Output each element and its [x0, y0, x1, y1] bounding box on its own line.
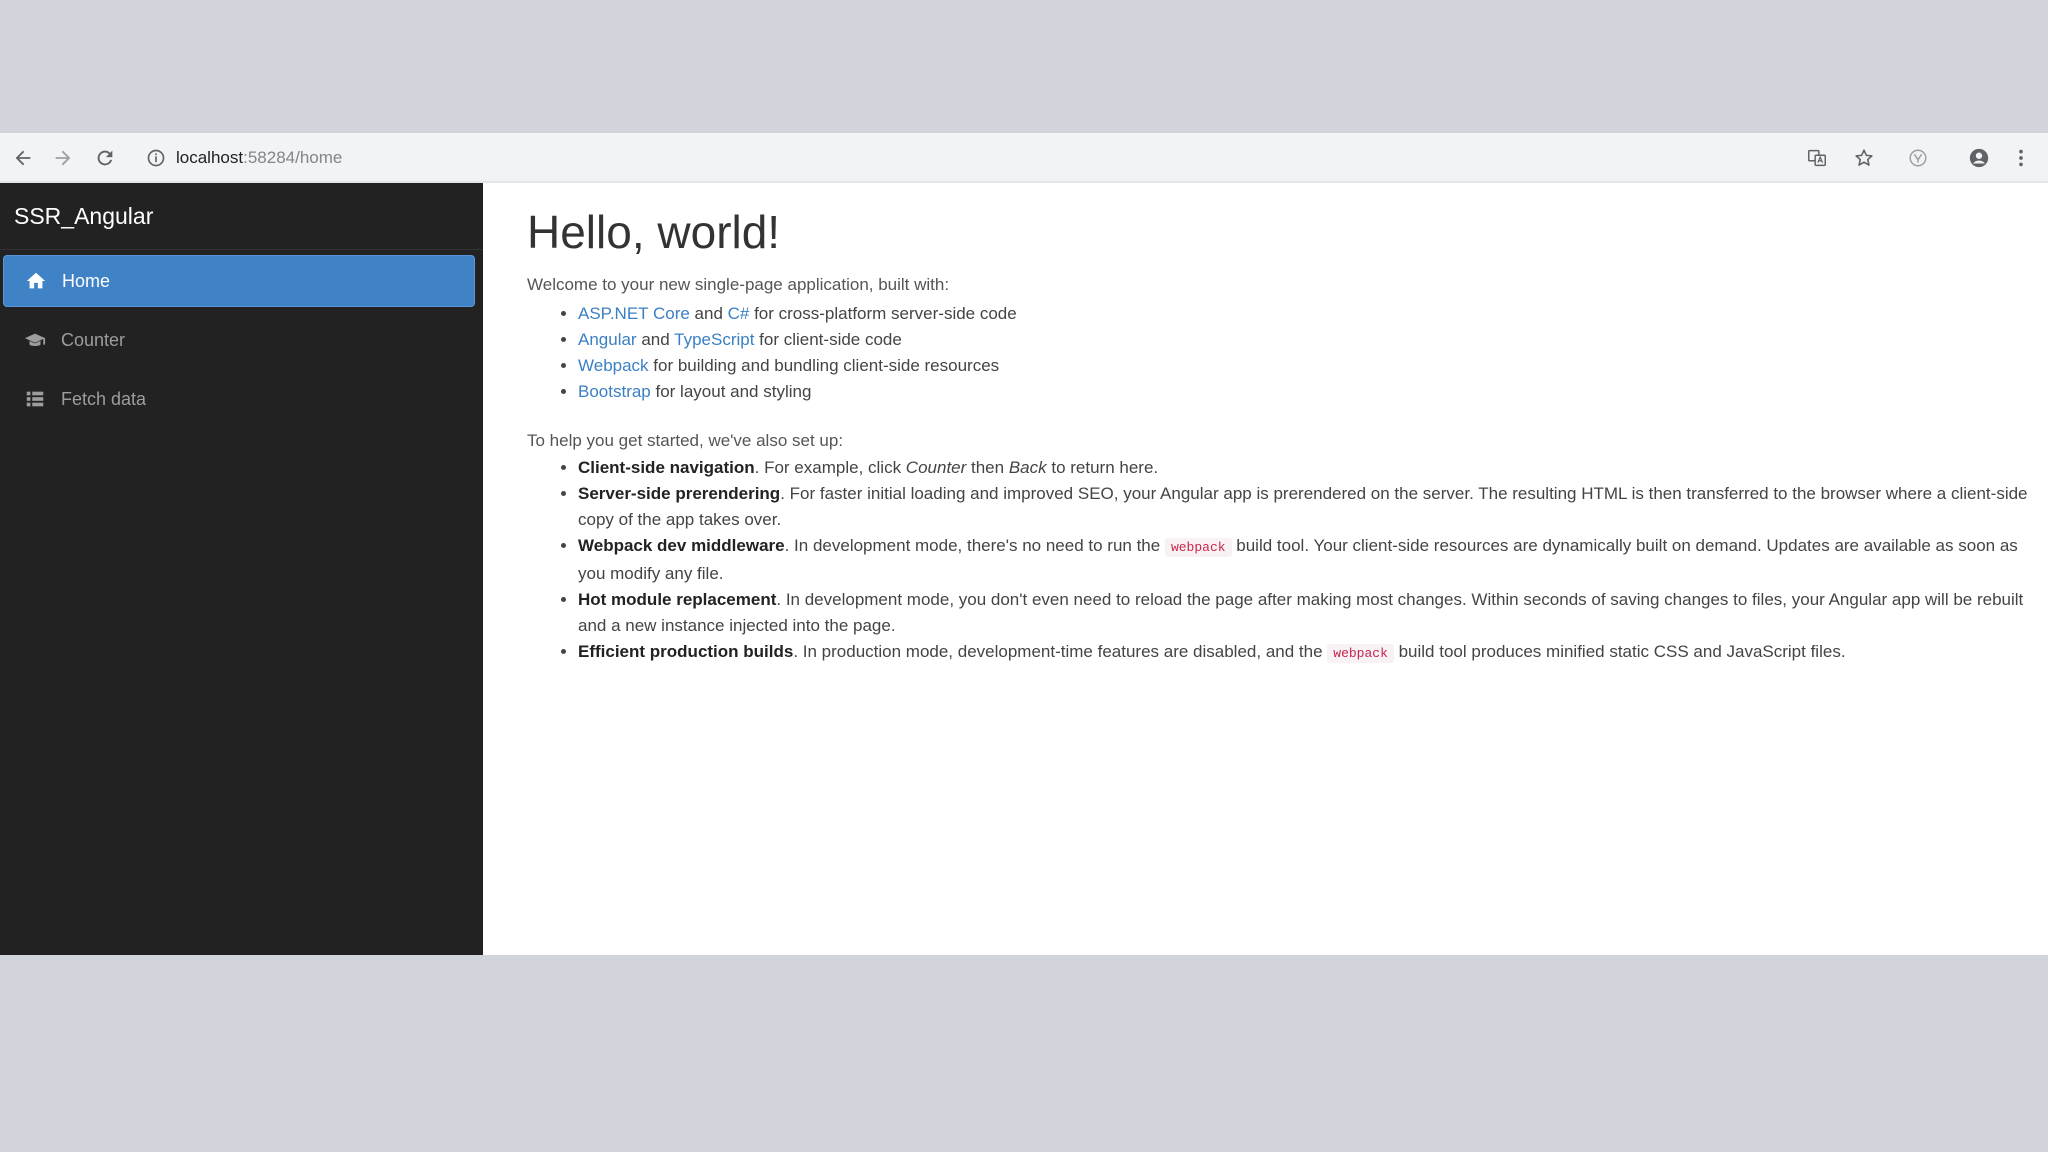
list-item-text: for client-side code [754, 330, 902, 349]
inline-code: webpack [1327, 644, 1394, 663]
built-with-list: ASP.NET Core and C# for cross-platform s… [527, 301, 1017, 405]
browser-toolbar: localhost:58284/home [0, 133, 2048, 183]
typescript-link[interactable]: TypeScript [674, 330, 754, 349]
list-item-text: for layout and styling [650, 382, 812, 401]
sidebar-item-label: Home [62, 270, 111, 291]
info-icon[interactable] [146, 148, 166, 168]
list-item: Efficient production builds. In producti… [578, 639, 2038, 667]
list-item: Webpack dev middleware. In development m… [578, 533, 2038, 587]
graduation-cap-icon [23, 328, 47, 352]
feature-text: . For example, click [754, 458, 906, 477]
csharp-link[interactable]: C# [728, 304, 750, 323]
url-host: localhost [176, 148, 244, 167]
brand-divider [0, 249, 483, 250]
extension-icon[interactable] [1904, 144, 1932, 172]
menu-kebab-icon[interactable] [2007, 144, 2035, 172]
list-item-text: and [689, 304, 728, 323]
feature-text: . In development mode, you don't even ne… [578, 590, 2024, 635]
translate-icon[interactable] [1803, 144, 1831, 172]
feature-text: . In production mode, development-time f… [793, 642, 1328, 661]
reload-button[interactable] [91, 144, 119, 172]
address-bar[interactable]: localhost:58284/home [136, 141, 2016, 175]
list-item: Bootstrap for layout and styling [578, 379, 1017, 405]
page-title: Hello, world! [527, 206, 781, 258]
brand-title[interactable]: SSR_Angular [14, 203, 153, 230]
list-icon [23, 387, 47, 411]
feature-emphasis: Counter [905, 458, 967, 477]
feature-emphasis: Back [1008, 458, 1047, 477]
arrow-left-icon [15, 150, 31, 166]
home-icon [24, 269, 48, 293]
inline-code: webpack [1164, 538, 1232, 557]
aspnet-core-link[interactable]: ASP.NET Core [578, 304, 690, 323]
list-item: Angular and TypeScript for client-side c… [578, 327, 1017, 353]
sidebar-item-counter[interactable]: Counter [3, 314, 475, 366]
list-item-text: for cross-platform server-side code [749, 304, 1017, 323]
bookmark-star-icon[interactable] [1850, 144, 1878, 172]
sidebar-item-label: Fetch data [61, 388, 147, 409]
sidebar-item-label: Counter [61, 329, 126, 350]
reload-icon [97, 150, 113, 166]
feature-text: to return here. [1046, 458, 1159, 477]
angular-link[interactable]: Angular [578, 330, 637, 349]
feature-title: Efficient production builds [578, 642, 794, 661]
arrow-right-icon [55, 150, 71, 166]
forward-button[interactable] [49, 144, 77, 172]
list-item-text: for building and bundling client-side re… [648, 356, 1000, 375]
sidebar-item-fetch-data[interactable]: Fetch data [3, 373, 475, 425]
browser-window: localhost:58284/home SSR_Angular Home Co… [0, 133, 2048, 955]
feature-text: build tool produces minified static CSS … [1393, 642, 1846, 661]
feature-title: Webpack dev middleware [578, 536, 785, 555]
list-item: Server-side prerendering. For faster ini… [578, 481, 2038, 533]
intro-text: Welcome to your new single-page applicat… [527, 275, 950, 294]
account-icon[interactable] [1965, 144, 1993, 172]
back-button[interactable] [9, 144, 37, 172]
list-item: Client-side navigation. For example, cli… [578, 455, 2038, 481]
url-text[interactable]: localhost:58284/home [176, 148, 342, 168]
sidebar: SSR_Angular Home Counter Fetch data [0, 183, 483, 955]
list-item: Hot module replacement. In development m… [578, 587, 2038, 639]
feature-text: . For faster initial loading and improve… [578, 484, 2028, 529]
webpack-link[interactable]: Webpack [578, 356, 649, 375]
feature-title: Server-side prerendering [578, 484, 781, 503]
list-item: Webpack for building and bundling client… [578, 353, 1017, 379]
sidebar-item-home[interactable]: Home [3, 255, 475, 307]
bootstrap-link[interactable]: Bootstrap [578, 382, 651, 401]
feature-text: then [966, 458, 1009, 477]
features-list: Client-side navigation. For example, cli… [527, 455, 2038, 667]
list-item-text: and [636, 330, 675, 349]
list-item: ASP.NET Core and C# for cross-platform s… [578, 301, 1017, 327]
setup-intro-text: To help you get started, we've also set … [527, 431, 844, 450]
url-path: :58284/home [243, 148, 343, 167]
feature-title: Hot module replacement [578, 590, 777, 609]
feature-text: . In development mode, there's no need t… [784, 536, 1165, 555]
feature-title: Client-side navigation [578, 458, 755, 477]
